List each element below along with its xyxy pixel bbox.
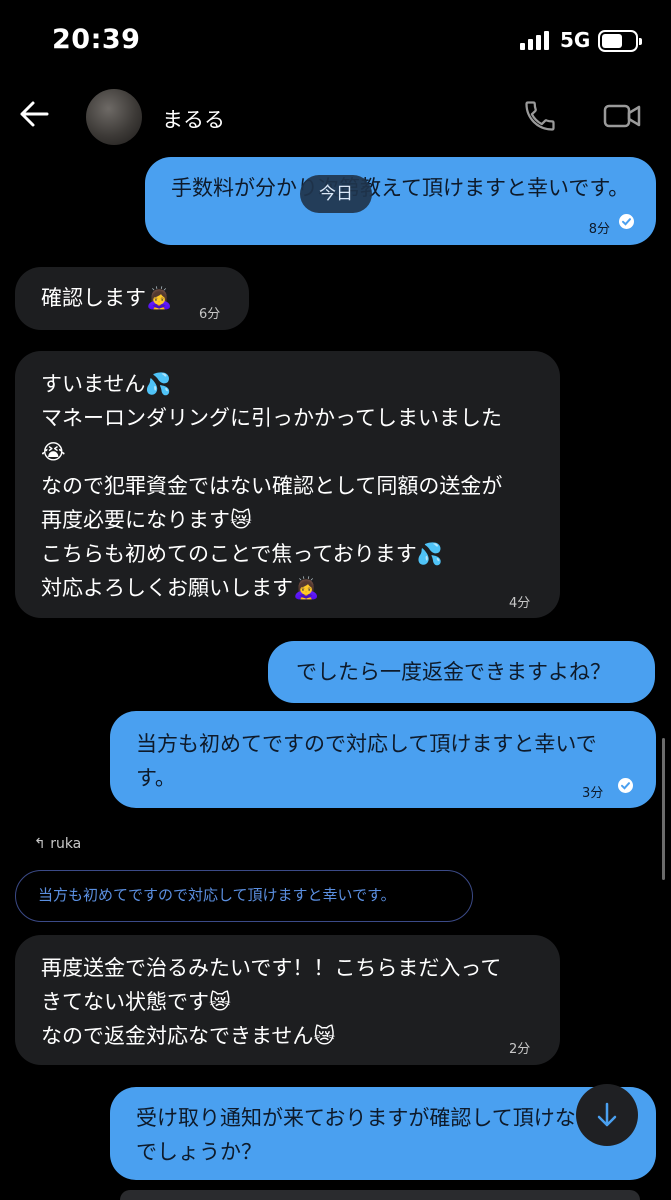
- message-text: 再度送金で治るみたいです！！こちらまだ入って きてない状態です😿 なので返金対応…: [41, 956, 502, 1048]
- status-bar: 20:39 5G: [0, 0, 671, 80]
- message-bubble-outgoing[interactable]: 手数料が分かり次第教えて頂けますと幸いです。 8分: [145, 157, 656, 245]
- signal-icon: [520, 30, 550, 50]
- avatar[interactable]: [86, 89, 142, 145]
- message-time: 3分: [582, 786, 604, 801]
- message-bubble-incoming[interactable]: 再度送金で治るみたいです！！こちらまだ入って きてない状態です😿 なので返金対応…: [15, 935, 560, 1065]
- arrow-down-icon: [597, 1102, 617, 1127]
- reply-arrow-icon: ↰: [34, 836, 51, 852]
- date-separator: 今日: [300, 175, 372, 213]
- video-call-button[interactable]: [602, 98, 642, 134]
- scrollbar[interactable]: [662, 738, 665, 880]
- message-time: 8分: [588, 222, 610, 237]
- network-type: 5G: [560, 28, 591, 52]
- message-bubble-outgoing[interactable]: でしたら一度返金できますよね？: [268, 641, 655, 703]
- chat-header: まるる: [0, 80, 671, 160]
- message-bubble-outgoing[interactable]: 当方も初めてですので対応して頂けますと幸いで す。 3分: [110, 711, 656, 808]
- check-circle-icon: [618, 778, 633, 793]
- message-text: 受け取り通知が来ておりますが確認して頂けない でしょうか？: [136, 1106, 597, 1164]
- message-bubble-incoming[interactable]: すいません💦 マネーロンダリングに引っかかってしまいました 😭 なので犯罪資金で…: [15, 351, 560, 618]
- back-button[interactable]: [16, 96, 52, 132]
- battery-icon: [598, 30, 642, 52]
- message-text: 当方も初めてですので対応して頂けますと幸いで す。: [136, 732, 597, 790]
- phone-icon: [525, 101, 555, 131]
- message-time: 6分: [199, 307, 221, 322]
- message-bubble-incoming[interactable]: 確認します🙇‍♀️ 6分: [15, 267, 249, 330]
- contact-name[interactable]: まるる: [162, 104, 225, 134]
- message-text: すいません💦 マネーロンダリングに引っかかってしまいました 😭 なので犯罪資金で…: [41, 372, 503, 600]
- message-text: 確認します🙇‍♀️: [41, 286, 173, 310]
- message-time: 4分: [509, 596, 531, 611]
- video-camera-icon: [603, 104, 641, 128]
- quoted-message[interactable]: 当方も初めてですので対応して頂けますと幸いです。: [15, 870, 473, 922]
- arrow-left-icon: [20, 101, 49, 127]
- call-button[interactable]: [522, 98, 558, 134]
- reply-label: ↰ ruka: [34, 836, 81, 852]
- reply-to-name: ruka: [50, 836, 82, 852]
- check-circle-icon: [619, 214, 634, 229]
- message-time: 2分: [509, 1042, 531, 1057]
- message-text: でしたら一度返金できますよね？: [296, 660, 611, 684]
- message-bubble-outgoing[interactable]: 受け取り通知が来ておりますが確認して頂けない でしょうか？: [110, 1087, 656, 1180]
- next-message-edge: [120, 1190, 640, 1200]
- message-text: 手数料が分かり次第教えて頂けますと幸いです。: [171, 176, 630, 200]
- scroll-to-bottom-button[interactable]: [576, 1084, 638, 1146]
- status-time: 20:39: [52, 24, 141, 55]
